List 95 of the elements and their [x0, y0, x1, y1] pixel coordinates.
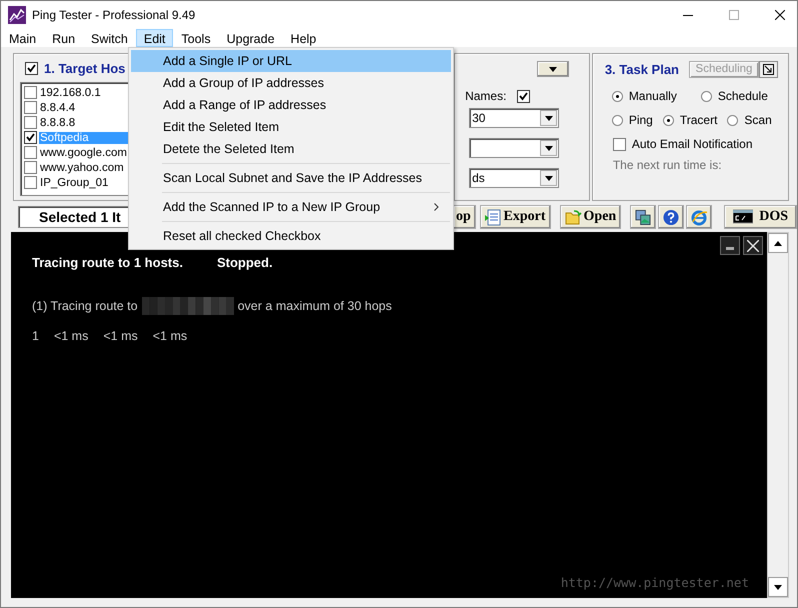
info-text: The next run time is:: [612, 158, 723, 172]
dropdown-value: 30: [471, 111, 486, 125]
radio-button[interactable]: [700, 90, 712, 102]
caret-icon: [544, 146, 553, 150]
menu-item[interactable]: Help: [282, 29, 324, 47]
checkbox[interactable]: [24, 131, 37, 144]
option-label: Scan: [744, 113, 772, 127]
scroll-up-button[interactable]: [768, 233, 788, 253]
console-text: (1) Tracing route to: [32, 299, 138, 313]
check-icon: [26, 133, 35, 142]
console-text: over a maximum of 30 hops: [238, 299, 392, 313]
checkbox[interactable]: [24, 176, 37, 189]
open-button[interactable]: Open: [560, 205, 622, 229]
list-item[interactable]: 8.8.8.8: [39, 116, 76, 128]
radio-button[interactable]: [662, 114, 674, 126]
console-text: 1: [32, 329, 39, 343]
help-button[interactable]: [658, 205, 684, 229]
list-item[interactable]: www.yahoo.com: [39, 162, 125, 174]
radio-button[interactable]: [612, 90, 623, 102]
list-item[interactable]: 192.168.0.1: [39, 86, 102, 98]
menu-item[interactable]: Reset all checked Checkbox: [131, 225, 451, 247]
caret-icon: [544, 116, 553, 120]
website-url: http://www.pingtester.net: [560, 575, 750, 590]
status-text: Tracing route to 1 hosts.: [32, 255, 183, 270]
dropdown-value: ds: [471, 171, 485, 185]
menu-item[interactable]: Add a Single IP or URL: [131, 50, 451, 72]
close-icon: [747, 240, 759, 252]
option-label: Tracert: [680, 113, 718, 127]
scroll-down-button[interactable]: [768, 577, 788, 597]
help-icon: [663, 208, 680, 226]
list-item[interactable]: www.google.com: [39, 146, 128, 158]
checkbox[interactable]: [24, 101, 37, 114]
group-title: 3. Task Plan: [604, 62, 679, 76]
minimize-button[interactable]: [720, 236, 740, 255]
folder-icon: [564, 208, 582, 226]
document-icon: [484, 208, 502, 226]
stop-button[interactable]: op: [452, 205, 476, 229]
radio-button[interactable]: [612, 114, 623, 126]
menu-item[interactable]: Add a Range of IP addresses: [131, 94, 451, 116]
app-logo-icon: [8, 6, 26, 24]
menu-item[interactable]: Upgrade: [218, 29, 283, 47]
checkbox[interactable]: [24, 146, 37, 159]
menu-item[interactable]: Detete the Seleted Item: [131, 138, 451, 160]
caret-icon: [774, 240, 782, 246]
chevron-right-icon: [434, 203, 439, 211]
list-item[interactable]: IP_Group_01: [39, 176, 110, 188]
browser-button[interactable]: [686, 205, 712, 229]
status-text: Stopped.: [216, 255, 273, 270]
check-icon: [519, 92, 528, 101]
console-text: <1 ms: [54, 329, 88, 343]
terminal-icon: [733, 208, 754, 226]
pictures-icon: [635, 208, 652, 226]
check-icon: [27, 64, 36, 72]
menu-item[interactable]: Main: [1, 29, 44, 47]
menu-item[interactable]: Run: [44, 29, 84, 47]
caret-icon: [774, 584, 782, 590]
checkbox[interactable]: [24, 116, 37, 129]
field-label: Names:: [465, 89, 506, 103]
window-title: Ping Tester - Professional 9.49: [32, 8, 196, 22]
menu-item[interactable]: Edit: [136, 29, 174, 47]
dropdown[interactable]: ds: [469, 168, 560, 188]
scrollbar[interactable]: [767, 232, 789, 598]
menu-item[interactable]: Scan Local Subnet and Save the IP Addresses: [131, 167, 451, 189]
dropdown[interactable]: [469, 138, 560, 158]
maximize-icon: [729, 10, 739, 20]
console-text: <1 ms: [103, 329, 138, 343]
checkbox[interactable]: [25, 62, 38, 74]
dropdown[interactable]: 30: [469, 108, 560, 128]
close-button[interactable]: [743, 236, 763, 255]
dos-button[interactable]: DOS: [724, 205, 797, 229]
list-item[interactable]: 8.8.4.4: [39, 102, 76, 114]
option-label: Ping: [628, 113, 653, 127]
option-label: Manually: [628, 89, 677, 103]
option-label: Schedule: [718, 89, 768, 103]
checkbox[interactable]: [24, 86, 37, 99]
checkbox[interactable]: [517, 90, 530, 103]
export-button[interactable]: Export: [480, 205, 551, 229]
browser-icon: [691, 208, 708, 226]
caret-icon: [544, 176, 553, 180]
dropdown-button[interactable]: [536, 61, 569, 77]
checkbox[interactable]: [612, 138, 626, 150]
menu-item[interactable]: Switch: [83, 29, 136, 47]
radio-button[interactable]: [727, 114, 738, 126]
pictures-button[interactable]: [630, 205, 656, 229]
checkbox[interactable]: [24, 161, 37, 174]
arrow-icon: [763, 64, 774, 74]
expand-button[interactable]: [759, 60, 778, 78]
menu-item[interactable]: Tools: [173, 29, 219, 47]
option-label: Auto Email Notification: [632, 137, 753, 151]
close-icon: [775, 10, 785, 20]
menu-item[interactable]: Add a Group of IP addresses: [131, 72, 451, 94]
caret-icon: [548, 66, 557, 72]
group-title: 1. Target Hos: [44, 60, 126, 76]
console-text: <1 ms: [152, 329, 188, 343]
menu-item[interactable]: Edit the Seleted Item: [131, 116, 451, 138]
